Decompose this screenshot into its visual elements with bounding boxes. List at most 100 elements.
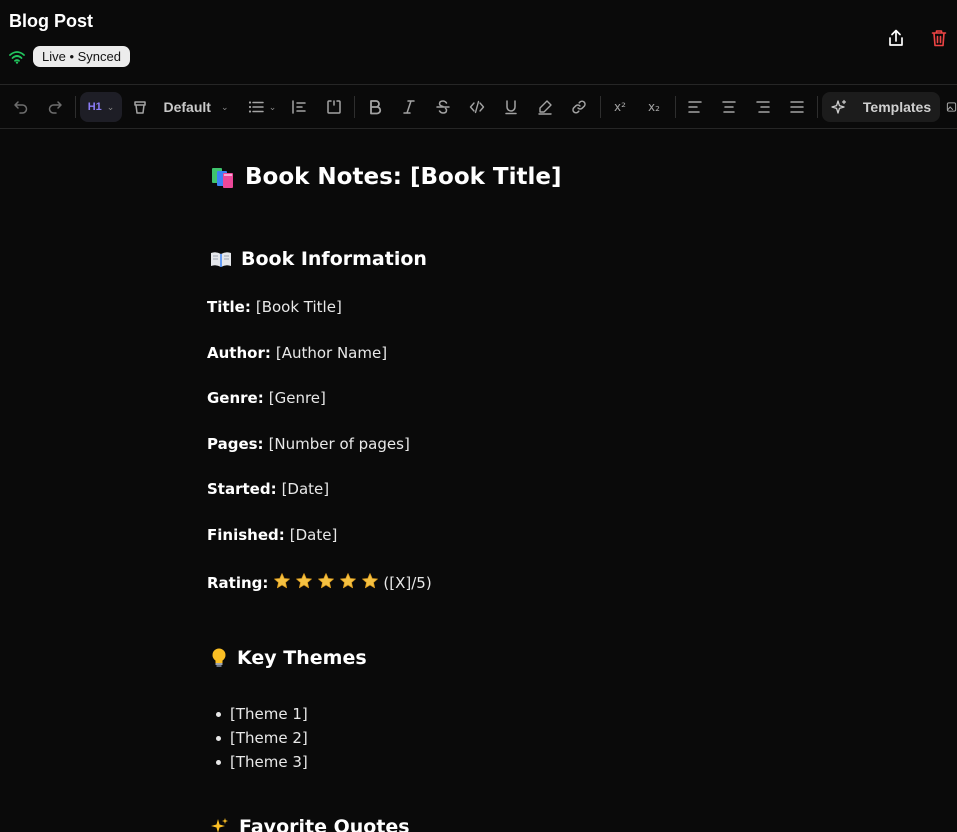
themes-list[interactable]: [Theme 1] [Theme 2] [Theme 3] bbox=[216, 702, 308, 774]
section-heading-text: Favorite Quotes bbox=[239, 816, 410, 832]
status-badge: Live • Synced bbox=[33, 46, 130, 67]
open-book-icon bbox=[211, 252, 231, 267]
document-heading[interactable]: Book Notes: [Book Title] bbox=[210, 164, 562, 190]
editor-content[interactable]: Book Notes: [Book Title] Book Informatio… bbox=[0, 130, 957, 832]
code-block-button[interactable] bbox=[322, 92, 346, 122]
clear-format-button[interactable] bbox=[129, 92, 151, 122]
toolbar-divider bbox=[817, 96, 818, 118]
wifi-icon bbox=[9, 50, 25, 64]
italic-icon bbox=[403, 100, 415, 114]
rating-stars bbox=[273, 572, 383, 594]
field-value: [Number of pages] bbox=[268, 435, 410, 453]
align-right-button[interactable] bbox=[751, 92, 775, 122]
subscript-icon: x₂ bbox=[648, 100, 660, 114]
redo-button[interactable] bbox=[42, 92, 68, 122]
bullet-list-icon bbox=[248, 101, 264, 113]
chevron-down-icon: ⌄ bbox=[220, 101, 229, 112]
align-center-button[interactable] bbox=[717, 92, 741, 122]
toolbar-divider bbox=[75, 96, 76, 118]
image-button[interactable] bbox=[946, 92, 957, 122]
field-finished[interactable]: Finished: [Date] bbox=[207, 526, 337, 544]
field-value: [Date] bbox=[289, 526, 338, 544]
delete-button[interactable] bbox=[927, 26, 951, 50]
document-title-text: Book Notes: [Book Title] bbox=[245, 164, 562, 190]
align-left-button[interactable] bbox=[683, 92, 707, 122]
document-header: Blog Post Live • Synced bbox=[0, 0, 957, 85]
link-icon bbox=[572, 100, 586, 114]
chevron-down-icon: ⌄ bbox=[268, 101, 277, 112]
section-heading-favorite-quotes[interactable]: Favorite Quotes bbox=[210, 816, 410, 832]
code-icon bbox=[469, 100, 485, 114]
field-value: [Genre] bbox=[268, 389, 326, 407]
text-style-label: Default bbox=[163, 99, 211, 115]
align-left-icon bbox=[688, 101, 702, 113]
field-rating[interactable]: Rating: ([X]/5) bbox=[207, 572, 432, 594]
chevron-down-icon: ⌄ bbox=[106, 101, 115, 112]
list-item[interactable]: [Theme 2] bbox=[216, 726, 308, 750]
toolbar-divider bbox=[600, 96, 601, 118]
books-icon bbox=[212, 168, 233, 188]
undo-button[interactable] bbox=[8, 92, 34, 122]
subscript-button[interactable]: x₂ bbox=[642, 92, 666, 122]
field-label: Author: bbox=[207, 344, 271, 362]
field-value: [Author Name] bbox=[275, 344, 388, 362]
field-title[interactable]: Title: [Book Title] bbox=[207, 298, 342, 316]
trash-icon bbox=[931, 30, 947, 47]
sparkles-icon bbox=[211, 818, 228, 832]
document-title[interactable]: Blog Post bbox=[9, 11, 93, 32]
field-author[interactable]: Author: [Author Name] bbox=[207, 344, 387, 362]
field-label: Started: bbox=[207, 480, 277, 498]
align-justify-button[interactable] bbox=[785, 92, 809, 122]
star-icon bbox=[296, 573, 313, 589]
share-icon bbox=[889, 29, 903, 46]
underline-button[interactable] bbox=[499, 92, 523, 122]
text-style-dropdown[interactable]: Default ⌄ bbox=[158, 92, 234, 122]
heading-level-label: H1 bbox=[87, 101, 102, 113]
superscript-button[interactable]: x² bbox=[608, 92, 632, 122]
section-heading-book-information[interactable]: Book Information bbox=[210, 248, 427, 270]
rating-value: ([X]/5) bbox=[383, 574, 432, 592]
align-right-icon bbox=[756, 101, 770, 113]
underline-icon bbox=[505, 100, 517, 115]
align-justify-icon bbox=[790, 101, 804, 113]
blockquote-icon bbox=[292, 100, 306, 114]
list-dropdown[interactable]: ⌄ bbox=[244, 92, 280, 122]
share-button[interactable] bbox=[884, 26, 908, 50]
inline-code-button[interactable] bbox=[465, 92, 489, 122]
bold-button[interactable] bbox=[363, 92, 387, 122]
templates-label: Templates bbox=[862, 99, 932, 115]
code-block-icon bbox=[327, 100, 341, 114]
link-button[interactable] bbox=[567, 92, 591, 122]
star-icon bbox=[318, 573, 335, 589]
italic-button[interactable] bbox=[397, 92, 421, 122]
strikethrough-button[interactable] bbox=[431, 92, 455, 122]
templates-button[interactable]: Templates bbox=[822, 92, 940, 122]
list-item[interactable]: [Theme 3] bbox=[216, 750, 308, 774]
list-item[interactable]: [Theme 1] bbox=[216, 702, 308, 726]
field-value: [Book Title] bbox=[255, 298, 342, 316]
field-pages[interactable]: Pages: [Number of pages] bbox=[207, 435, 410, 453]
field-label: Title: bbox=[207, 298, 251, 316]
align-center-icon bbox=[722, 101, 736, 113]
strikethrough-icon bbox=[436, 100, 450, 114]
light-bulb-icon bbox=[212, 648, 226, 667]
redo-icon bbox=[48, 101, 62, 114]
field-started[interactable]: Started: [Date] bbox=[207, 480, 329, 498]
field-label: Finished: bbox=[207, 526, 285, 544]
heading-level-dropdown[interactable]: H1 ⌄ bbox=[80, 92, 122, 122]
highlight-button[interactable] bbox=[533, 92, 557, 122]
section-heading-key-themes[interactable]: Key Themes bbox=[210, 647, 367, 669]
bold-icon bbox=[370, 100, 382, 115]
superscript-icon: x² bbox=[614, 100, 626, 114]
field-label: Pages: bbox=[207, 435, 264, 453]
undo-icon bbox=[14, 101, 28, 114]
field-genre[interactable]: Genre: [Genre] bbox=[207, 389, 326, 407]
sync-status: Live • Synced bbox=[9, 46, 130, 67]
section-heading-text: Book Information bbox=[241, 248, 427, 270]
sparkle-icon bbox=[831, 99, 846, 114]
blockquote-button[interactable] bbox=[288, 92, 310, 122]
star-icon bbox=[362, 573, 379, 589]
field-label: Rating: bbox=[207, 574, 269, 592]
image-icon bbox=[946, 102, 957, 112]
section-heading-text: Key Themes bbox=[237, 647, 367, 669]
